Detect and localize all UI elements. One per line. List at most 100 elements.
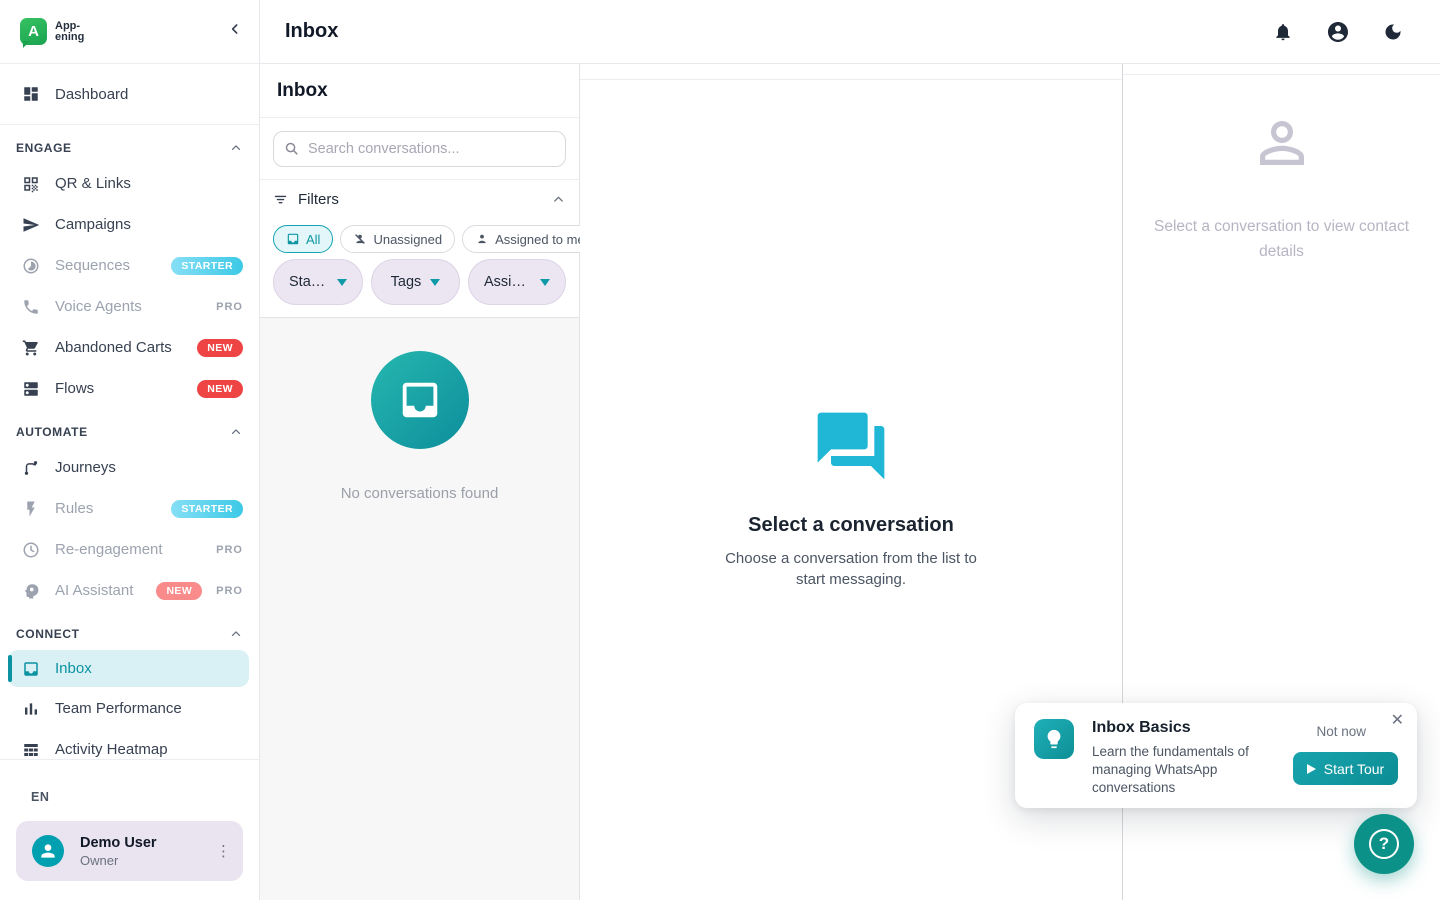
notifications-bell-icon[interactable] <box>1273 22 1293 42</box>
topbar-icons <box>1273 20 1403 44</box>
sidebar-item-activity-heatmap[interactable]: Activity Heatmap <box>0 729 259 759</box>
ai-head-icon <box>22 582 40 600</box>
chat-empty-subtitle: Choose a conversation from the list to s… <box>715 548 987 590</box>
sidebar-item-label: AI Assistant <box>55 582 133 599</box>
starter-badge: STARTER <box>171 257 243 275</box>
filter-chips-row: All Unassigned Assigned to me <box>273 225 566 253</box>
dropdown-label: Assign... <box>484 274 531 290</box>
chevron-up-icon <box>229 141 243 155</box>
person-outline-icon <box>1249 110 1315 176</box>
sidebar-item-campaigns[interactable]: Campaigns <box>0 204 259 245</box>
sidebar-item-label: Sequences <box>55 257 130 274</box>
user-avatar <box>32 835 64 867</box>
sidebar-item-voice-agents[interactable]: Voice Agents PRO <box>0 286 259 327</box>
account-circle-icon[interactable] <box>1326 20 1350 44</box>
not-now-button[interactable]: Not now <box>1316 724 1366 739</box>
chip-label: Assigned to me <box>495 232 585 247</box>
chat-empty-title: Select a conversation <box>748 514 954 537</box>
sidebar-item-ai-assistant[interactable]: AI Assistant NEW PRO <box>0 570 259 611</box>
chip-label: All <box>306 232 320 247</box>
section-header-automate[interactable]: AUTOMATE <box>0 417 259 447</box>
popup-body: Learn the fundamentals of managing Whats… <box>1092 743 1262 797</box>
sidebar-collapse-button[interactable] <box>227 21 243 42</box>
user-role: Owner <box>80 853 157 868</box>
chevron-up-icon[interactable] <box>551 192 566 207</box>
section-title: CONNECT <box>16 627 80 641</box>
sidebar-item-team-performance[interactable]: Team Performance <box>0 688 259 729</box>
dark-mode-moon-icon[interactable] <box>1383 22 1403 42</box>
person-icon <box>475 232 489 246</box>
conversations-title: Inbox <box>277 80 328 102</box>
sidebar-item-label: Journeys <box>55 459 116 476</box>
sidebar-footer: EN Demo User Owner ⋮ <box>0 759 259 900</box>
user-card[interactable]: Demo User Owner ⋮ <box>16 821 243 881</box>
user-menu-dots-icon[interactable]: ⋮ <box>216 842 231 860</box>
tags-dropdown[interactable]: Tags <box>371 259 460 305</box>
inbox-basics-popup: Inbox Basics Learn the fundamentals of m… <box>1015 703 1417 808</box>
cart-icon <box>22 339 40 357</box>
filters-section: Filters All Unassigned <box>260 180 579 318</box>
question-mark-icon: ? <box>1369 829 1399 859</box>
caret-down-icon <box>430 279 440 286</box>
sidebar-item-inbox[interactable]: Inbox <box>8 650 249 687</box>
route-icon <box>22 459 40 477</box>
assignee-dropdown[interactable]: Assign... <box>468 259 566 305</box>
caret-down-icon <box>337 279 347 286</box>
close-icon[interactable]: ✕ <box>1391 713 1404 729</box>
heatmap-grid-icon <box>22 741 40 759</box>
chip-label: Unassigned <box>373 232 442 247</box>
send-icon <box>22 216 40 234</box>
caret-down-icon <box>540 279 550 286</box>
person-icon <box>38 841 58 861</box>
sidebar-item-label: Voice Agents <box>55 298 142 315</box>
status-dropdown[interactable]: Status <box>273 259 363 305</box>
empty-inbox-circle <box>371 351 469 449</box>
qr-code-icon <box>22 175 40 193</box>
start-tour-label: Start Tour <box>1324 761 1384 777</box>
filters-label: Filters <box>298 191 339 208</box>
sidebar-item-flows[interactable]: Flows NEW <box>0 368 259 409</box>
sidebar-item-rules[interactable]: Rules STARTER <box>0 488 259 529</box>
sidebar-item-dashboard[interactable]: Dashboard <box>0 71 259 117</box>
popup-title: Inbox Basics <box>1092 719 1191 737</box>
sidebar-item-label: Inbox <box>55 660 92 677</box>
sidebar-item-label: Dashboard <box>55 86 128 103</box>
logo-line1: App- <box>55 21 84 32</box>
sidebar-item-abandoned-carts[interactable]: Abandoned Carts NEW <box>0 327 259 368</box>
sidebar-item-label: Flows <box>55 380 94 397</box>
help-button[interactable]: ? <box>1354 814 1414 874</box>
section-header-engage[interactable]: ENGAGE <box>0 133 259 163</box>
conversations-empty-text: No conversations found <box>341 485 499 502</box>
sidebar-item-label: Activity Heatmap <box>55 741 168 758</box>
filter-chip-assigned-to-me[interactable]: Assigned to me <box>462 225 598 253</box>
conversations-header: Inbox <box>260 64 579 118</box>
inbox-icon <box>22 660 40 678</box>
filters-header[interactable]: Filters <box>273 186 566 213</box>
dashboard-group: Dashboard <box>0 71 259 125</box>
sidebar-item-qr-links[interactable]: QR & Links <box>0 163 259 204</box>
sidebar-item-label: QR & Links <box>55 175 131 192</box>
search-section <box>260 118 579 180</box>
contact-empty-text: Select a conversation to view contact de… <box>1136 214 1428 264</box>
search-input[interactable] <box>273 131 566 167</box>
chat-bubbles-icon <box>811 406 891 486</box>
section-header-connect[interactable]: CONNECT <box>0 619 259 649</box>
sidebar-nav: Dashboard ENGAGE QR & Links Campaigns Se… <box>0 64 259 759</box>
sidebar-item-sequences[interactable]: Sequences STARTER <box>0 245 259 286</box>
sidebar-item-journeys[interactable]: Journeys <box>0 447 259 488</box>
pro-tag: PRO <box>216 585 243 597</box>
topbar: Inbox <box>260 0 1440 64</box>
start-tour-button[interactable]: Start Tour <box>1293 752 1398 785</box>
inbox-icon <box>286 232 300 246</box>
person-slash-icon <box>353 232 367 246</box>
dropdown-label: Tags <box>391 274 422 290</box>
new-badge: NEW <box>197 339 243 357</box>
flows-icon <box>22 380 40 398</box>
language-label[interactable]: EN <box>31 790 259 804</box>
pro-tag: PRO <box>216 301 243 313</box>
sidebar-item-label: Team Performance <box>55 700 182 717</box>
filter-chip-all[interactable]: All <box>273 225 333 253</box>
filter-chip-unassigned[interactable]: Unassigned <box>340 225 455 253</box>
chevron-left-icon <box>227 21 243 42</box>
sidebar-item-reengagement[interactable]: Re-engagement PRO <box>0 529 259 570</box>
